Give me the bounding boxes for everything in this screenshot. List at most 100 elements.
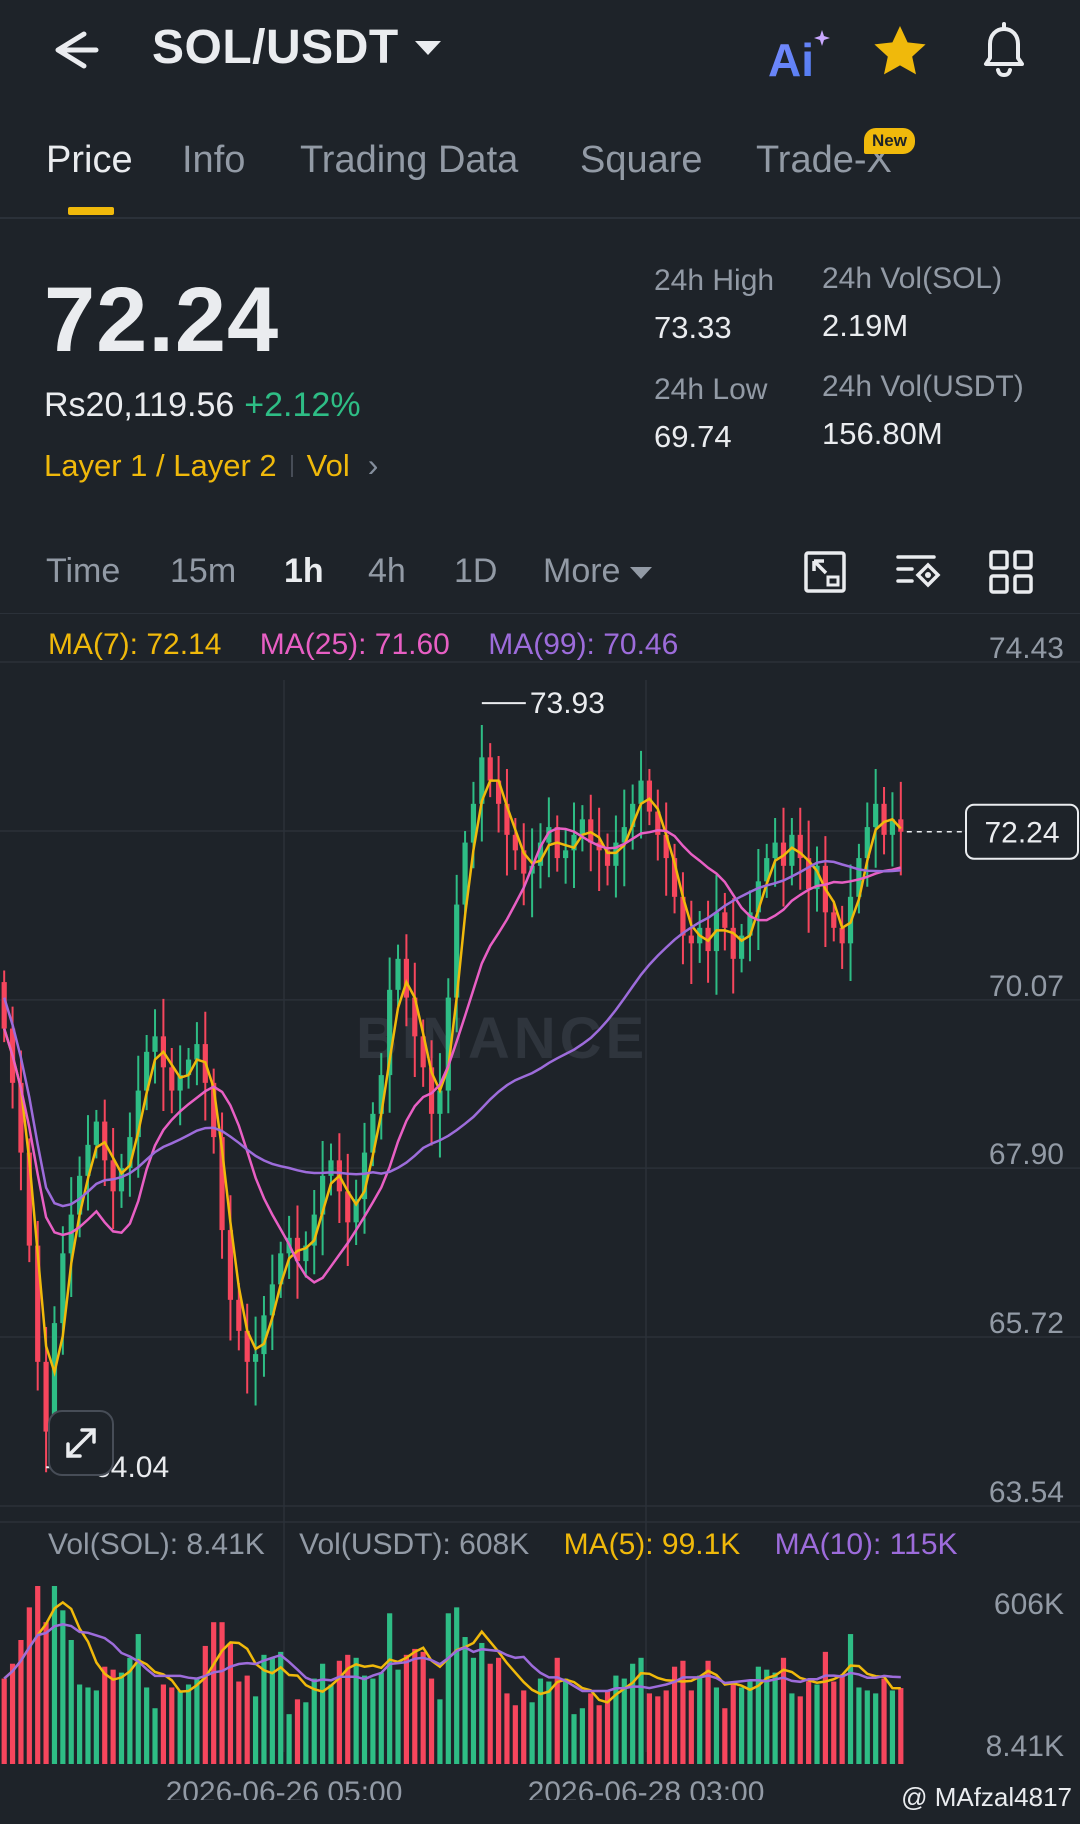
stat-24h-low: 24h Low 69.74: [654, 373, 767, 455]
notification-bell-icon[interactable]: [976, 20, 1032, 80]
tab-square[interactable]: Square: [580, 139, 703, 182]
volume-bar: [26, 1607, 32, 1764]
volume-bar: [772, 1672, 778, 1764]
volume-bar: [43, 1622, 49, 1764]
volume-bar: [512, 1705, 518, 1764]
pair-selector[interactable]: SOL/USDT: [152, 20, 441, 75]
vol-ma10-value: MA(10): 115K: [774, 1528, 958, 1561]
volume-bar: [697, 1675, 703, 1764]
volume-bar: [370, 1678, 376, 1764]
back-arrow-icon[interactable]: [44, 22, 104, 78]
volume-bar: [713, 1687, 720, 1764]
volume-bar: [856, 1687, 862, 1764]
stat-label: 24h Vol(USDT): [822, 370, 1024, 403]
volume-bar: [328, 1684, 334, 1764]
indicator-settings-icon[interactable]: [894, 547, 944, 597]
volume-bar: [588, 1693, 594, 1764]
candle-body: [395, 958, 401, 990]
volume-bar: [118, 1672, 125, 1764]
volume-bar: [462, 1637, 468, 1764]
ai-assistant-icon[interactable]: Ai: [768, 28, 832, 82]
tag-layer[interactable]: Layer 1 / Layer 2: [44, 448, 277, 484]
volume-bar: [77, 1684, 83, 1764]
stat-value: 2.19M: [822, 308, 909, 343]
volume-bar: [169, 1687, 175, 1764]
interval-1d[interactable]: 1D: [454, 552, 497, 591]
volume-bar: [470, 1657, 477, 1764]
interval-1h[interactable]: 1h: [284, 552, 324, 591]
volume-bar: [847, 1634, 854, 1764]
interval-more-label: More: [543, 552, 621, 590]
volume-bar: [873, 1693, 879, 1764]
volume-bar: [579, 1708, 585, 1764]
volume-bar: [110, 1669, 116, 1764]
volume-bar: [806, 1681, 812, 1764]
interval-more[interactable]: More: [543, 552, 653, 591]
fullscreen-button[interactable]: [48, 1410, 114, 1476]
volume-bar: [730, 1684, 736, 1764]
volume-bar: [437, 1699, 443, 1764]
volume-bar: [521, 1690, 527, 1764]
volume-bar: [479, 1642, 485, 1764]
interval-4h[interactable]: 4h: [368, 552, 406, 591]
stat-24h-vol-sol: 24h Vol(SOL) 2.19M: [822, 262, 1002, 344]
candle-body: [579, 819, 585, 835]
candle-body: [873, 803, 879, 828]
candle-body: [772, 842, 778, 859]
volume-bar: [537, 1678, 544, 1764]
volume-bar: [303, 1702, 309, 1764]
volume-bar: [35, 1586, 41, 1764]
price-chart[interactable]: 74.4372.2570.0767.9065.7263.5473.9364.04…: [0, 614, 1080, 1800]
time-axis-tick: 2026-06-26 05:00: [166, 1776, 403, 1800]
last-price: 72.24: [44, 269, 280, 371]
chevron-right-icon: ›: [367, 447, 379, 483]
candle-body: [437, 1090, 443, 1114]
candle-body: [831, 912, 837, 928]
volume-bar: [881, 1678, 887, 1764]
volume-bar: [412, 1648, 418, 1764]
volume-bar: [194, 1678, 200, 1764]
layout-grid-icon[interactable]: [986, 547, 1036, 597]
tab-trading-data[interactable]: Trading Data: [300, 139, 518, 182]
volume-bar: [831, 1681, 837, 1764]
volume-bar: [361, 1675, 368, 1764]
volume-bar: [764, 1669, 770, 1764]
volume-bar: [722, 1708, 728, 1764]
volume-bar: [286, 1714, 292, 1764]
tab-info[interactable]: Info: [182, 139, 245, 182]
candle-body: [722, 912, 728, 928]
interval-time[interactable]: Time: [46, 552, 120, 591]
volume-bar: [529, 1702, 535, 1764]
volume-bar: [738, 1687, 745, 1764]
category-tags[interactable]: Layer 1 / Layer 2 Vol ›: [44, 447, 378, 484]
volume-bar: [102, 1666, 108, 1764]
volume-bar: [814, 1684, 820, 1764]
candle-body: [93, 1121, 99, 1145]
volume-bar: [202, 1645, 208, 1764]
tab-price[interactable]: Price: [46, 139, 133, 182]
price-axis-tick: 67.90: [989, 1138, 1064, 1171]
interval-15m[interactable]: 15m: [170, 552, 236, 591]
candle-body: [487, 757, 493, 781]
candle-body: [881, 803, 887, 835]
volume-bar: [889, 1690, 896, 1764]
volume-bar: [227, 1642, 234, 1764]
volume-bar: [236, 1681, 242, 1764]
volume-bar: [160, 1684, 167, 1764]
volume-bar: [898, 1688, 904, 1764]
chart-settings-icon[interactable]: [800, 547, 850, 597]
favorite-star-icon[interactable]: [870, 22, 930, 82]
high-marker-label: 73.93: [530, 687, 605, 720]
volume-bar: [395, 1669, 401, 1764]
stat-label: 24h Vol(SOL): [822, 262, 1003, 295]
stat-value: 73.33: [654, 310, 732, 345]
volume-bar: [655, 1696, 661, 1764]
volume-bar: [789, 1693, 795, 1764]
tag-vol[interactable]: Vol: [307, 448, 350, 484]
top-bar: SOL/USDT Ai: [0, 0, 1080, 100]
volume-bar: [252, 1696, 259, 1764]
volume-legend: Vol(SOL): 8.41K Vol(USDT): 608K MA(5): 9…: [48, 1528, 984, 1562]
candle-body: [236, 1299, 242, 1331]
volume-bar: [864, 1690, 870, 1764]
fiat-price-row: Rs20,119.56 +2.12%: [44, 386, 361, 425]
